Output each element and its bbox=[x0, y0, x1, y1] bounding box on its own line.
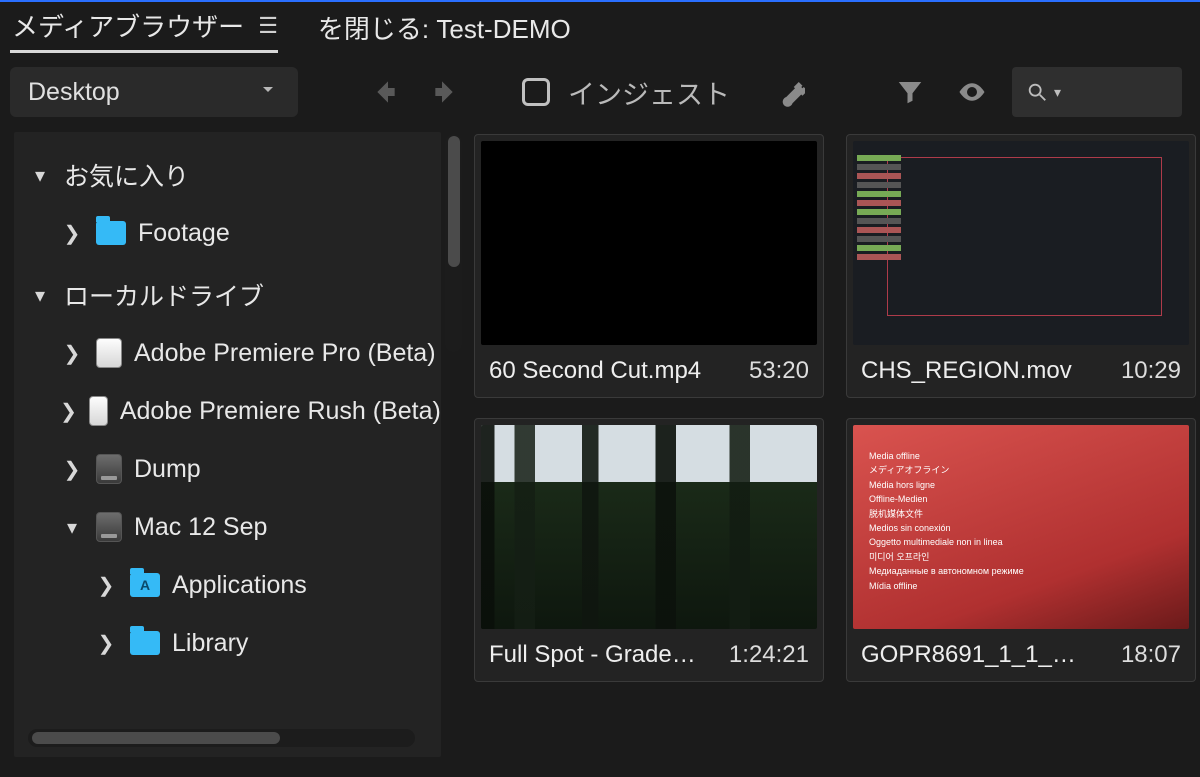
chevron-right-icon: ❯ bbox=[60, 341, 84, 366]
panel-menu-icon[interactable]: ☰ bbox=[258, 15, 278, 37]
tree-section-label: ローカルドライブ bbox=[64, 277, 264, 313]
folder-icon bbox=[130, 573, 160, 597]
tree-item-label: Applications bbox=[172, 571, 307, 600]
ingest-label: インジェスト bbox=[568, 73, 730, 112]
eye-icon[interactable] bbox=[950, 70, 994, 114]
sidebar-tree[interactable]: ▾ お気に入り ❯ Footage ▾ ローカルドライブ ❯ Adobe Pre… bbox=[14, 132, 441, 757]
chevron-right-icon: ❯ bbox=[94, 573, 118, 598]
location-dropdown-value: Desktop bbox=[28, 78, 120, 107]
chevron-right-icon: ❯ bbox=[60, 399, 77, 424]
chevron-right-icon: ❯ bbox=[60, 221, 84, 246]
tree-item-footage[interactable]: ❯ Footage bbox=[14, 204, 441, 262]
chevron-right-icon: ❯ bbox=[60, 457, 84, 482]
chevron-down-icon: ▾ bbox=[60, 515, 84, 540]
ingest-checkbox[interactable] bbox=[522, 78, 550, 106]
tree-section-label: お気に入り bbox=[64, 157, 189, 193]
chevron-down-icon bbox=[256, 77, 280, 108]
media-duration: 10:29 bbox=[1121, 357, 1181, 385]
media-grid: 60 Second Cut.mp4 53:20 CHS_REGION.mov 1… bbox=[474, 132, 1196, 757]
tree-section-favorites[interactable]: ▾ お気に入り bbox=[14, 146, 441, 204]
media-duration: 18:07 bbox=[1121, 641, 1181, 669]
media-card[interactable]: CHS_REGION.mov 10:29 bbox=[846, 134, 1196, 398]
media-thumbnail bbox=[481, 425, 817, 629]
tree-item-label: Library bbox=[172, 629, 248, 658]
chevron-down-icon: ▾ bbox=[28, 163, 52, 188]
drive-icon bbox=[96, 512, 122, 542]
filter-icon[interactable] bbox=[888, 70, 932, 114]
tree-item-label: Footage bbox=[138, 219, 230, 248]
tree-item-label: Adobe Premiere Pro (Beta) bbox=[134, 339, 436, 368]
media-card[interactable]: 60 Second Cut.mp4 53:20 bbox=[474, 134, 824, 398]
chevron-down-icon: ▾ bbox=[28, 283, 52, 308]
media-thumbnail bbox=[481, 141, 817, 345]
chevron-right-icon: ❯ bbox=[94, 631, 118, 656]
tree-item-premiere-rush[interactable]: ❯ Adobe Premiere Rush (Beta) bbox=[14, 382, 441, 440]
search-input[interactable]: ▾ bbox=[1012, 67, 1182, 117]
folder-icon bbox=[130, 631, 160, 655]
media-thumbnail-offline: Media offlineメディアオフラインMédia hors ligneOf… bbox=[853, 425, 1189, 629]
search-icon bbox=[1026, 81, 1048, 103]
panel-close-label: を閉じる: Test-DEMO bbox=[318, 9, 571, 46]
panel-tab-label: メディアブラウザー bbox=[12, 7, 244, 44]
media-card[interactable]: Full Spot - Grade… 1:24:21 bbox=[474, 418, 824, 682]
media-duration: 53:20 bbox=[749, 357, 809, 385]
wrench-icon[interactable] bbox=[768, 70, 812, 114]
drive-icon bbox=[89, 396, 108, 426]
tree-item-label: Mac 12 Sep bbox=[134, 513, 267, 542]
tree-item-label: Adobe Premiere Rush (Beta) bbox=[120, 397, 441, 426]
tree-item-dump[interactable]: ❯ Dump bbox=[14, 440, 441, 498]
drive-icon bbox=[96, 338, 122, 368]
location-dropdown[interactable]: Desktop bbox=[10, 67, 298, 117]
tree-item-premiere-pro[interactable]: ❯ Adobe Premiere Pro (Beta) bbox=[14, 324, 441, 382]
drive-icon bbox=[96, 454, 122, 484]
media-name: Full Spot - Grade… bbox=[489, 641, 696, 669]
tree-item-applications[interactable]: ❯ Applications bbox=[14, 556, 441, 614]
tree-item-label: Dump bbox=[134, 455, 201, 484]
sidebar-vertical-scrollbar[interactable] bbox=[445, 134, 462, 352]
media-name: CHS_REGION.mov bbox=[861, 357, 1072, 385]
panel-tab-media-browser[interactable]: メディアブラウザー ☰ bbox=[10, 1, 278, 53]
sidebar-horizontal-scrollbar[interactable] bbox=[28, 729, 415, 747]
media-duration: 1:24:21 bbox=[729, 641, 809, 669]
tree-item-mac-12-sep[interactable]: ▾ Mac 12 Sep bbox=[14, 498, 441, 556]
media-card[interactable]: Media offlineメディアオフラインMédia hors ligneOf… bbox=[846, 418, 1196, 682]
media-name: 60 Second Cut.mp4 bbox=[489, 357, 701, 385]
media-thumbnail bbox=[853, 141, 1189, 345]
folder-icon bbox=[96, 221, 126, 245]
tree-item-library[interactable]: ❯ Library bbox=[14, 614, 441, 672]
nav-forward-button[interactable] bbox=[424, 70, 468, 114]
media-name: GOPR8691_1_1_1… bbox=[861, 641, 1081, 669]
search-chevron-icon: ▾ bbox=[1054, 84, 1061, 101]
nav-back-button[interactable] bbox=[362, 70, 406, 114]
tree-section-local-drives[interactable]: ▾ ローカルドライブ bbox=[14, 266, 441, 324]
